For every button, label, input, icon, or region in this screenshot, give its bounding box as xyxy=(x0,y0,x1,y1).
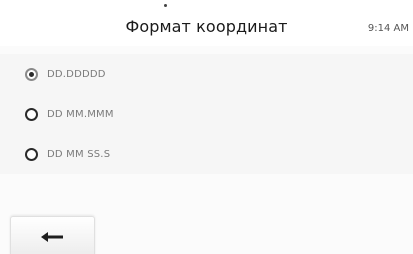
radio-selected-icon[interactable] xyxy=(25,67,38,81)
back-button[interactable] xyxy=(10,216,95,254)
option-label: DD MM SS.S xyxy=(47,148,111,160)
option-dd-mm-mmm[interactable]: DD MM.MMM xyxy=(0,94,413,134)
clock: 9:14 AM xyxy=(367,23,409,34)
option-dd-mm-ss-s[interactable]: DD MM SS.S xyxy=(0,134,413,174)
gps-indicator-icon xyxy=(164,4,167,7)
page-title: Формат координат xyxy=(125,17,288,36)
arrow-left-icon xyxy=(40,232,63,242)
radio-unselected-icon[interactable] xyxy=(25,147,38,161)
header: Формат координат 9:14 AM xyxy=(0,0,413,46)
radio-unselected-icon[interactable] xyxy=(25,107,38,121)
option-label: DD MM.MMM xyxy=(47,108,114,120)
option-dd-ddddd[interactable]: DD.DDDDD xyxy=(0,54,413,94)
option-label: DD.DDDDD xyxy=(47,68,106,80)
screen: Формат координат 9:14 AM DD.DDDDD DD MM.… xyxy=(0,0,413,254)
footer xyxy=(0,204,413,254)
coordinate-format-list: DD.DDDDD DD MM.MMM DD MM SS.S xyxy=(0,54,413,174)
